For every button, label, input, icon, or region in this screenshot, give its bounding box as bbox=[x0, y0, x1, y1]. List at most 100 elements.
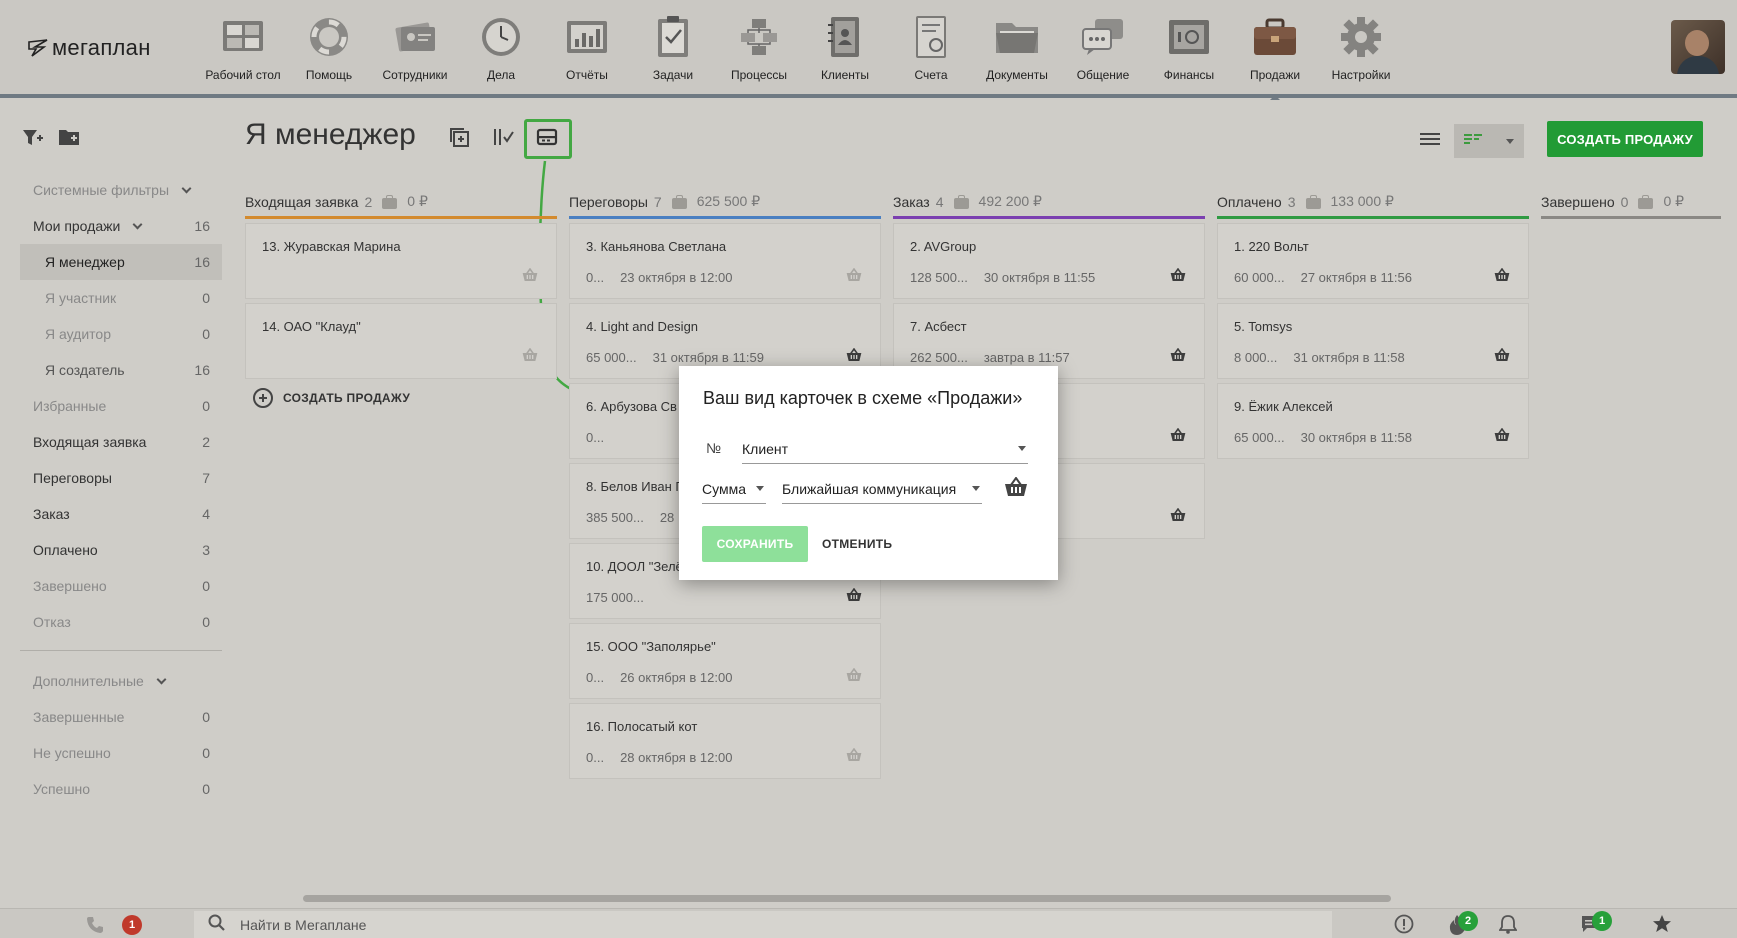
deal-card[interactable]: 2. AVGroup 128 500... 30 октября в 11:55 bbox=[893, 223, 1205, 299]
sidebar-item-auditor[interactable]: Я аудитор 0 bbox=[20, 316, 222, 352]
module-sales[interactable]: Продажи bbox=[1232, 12, 1318, 100]
system-filters-toggle[interactable]: Системные фильтры bbox=[20, 172, 222, 208]
sidebar-item-finished[interactable]: Завершенные 0 bbox=[20, 699, 222, 735]
basket-icon[interactable] bbox=[846, 667, 862, 685]
module-settings[interactable]: Настройки bbox=[1318, 12, 1404, 82]
dialog-row-fields: Сумма Ближайшая коммуникация bbox=[702, 474, 1028, 504]
horizontal-scrollbar[interactable] bbox=[303, 895, 1391, 902]
basket-icon[interactable] bbox=[846, 587, 862, 605]
my-sales-toggle[interactable]: Мои продажи 16 bbox=[20, 208, 222, 244]
extra-filters-toggle[interactable]: Дополнительные bbox=[20, 663, 222, 699]
sidebar-item-unsuccessful[interactable]: Не успешно 0 bbox=[20, 735, 222, 771]
field2-value: Сумма bbox=[702, 480, 746, 497]
basket-icon[interactable] bbox=[1004, 475, 1028, 502]
alert-icon[interactable] bbox=[1394, 914, 1414, 938]
sidebar-item-paid[interactable]: Оплачено 3 bbox=[20, 532, 222, 568]
column-name: Переговоры bbox=[569, 194, 648, 210]
bell-icon[interactable] bbox=[1498, 914, 1518, 938]
sidebar-item-count: 0 bbox=[202, 398, 210, 414]
basket-icon[interactable] bbox=[846, 267, 862, 285]
deal-title: 16. Полосатый кот bbox=[586, 719, 698, 734]
column-header[interactable]: Заказ 4 492 200 ₽ bbox=[893, 186, 1205, 216]
field2-select[interactable]: Сумма bbox=[702, 474, 766, 504]
module-clients[interactable]: Клиенты bbox=[802, 12, 888, 82]
basket-icon[interactable] bbox=[522, 267, 538, 285]
module-affairs[interactable]: Дела bbox=[458, 12, 544, 82]
filter-add-icon[interactable] bbox=[22, 128, 44, 148]
columns-settings-icon[interactable] bbox=[490, 124, 516, 150]
deal-title: 1. 220 Вольт bbox=[1234, 239, 1309, 254]
basket-icon[interactable] bbox=[1170, 267, 1186, 285]
phone-icon[interactable] bbox=[86, 916, 104, 938]
column-header[interactable]: Завершено 0 0 ₽ bbox=[1541, 186, 1721, 216]
module-reports[interactable]: Отчёты bbox=[544, 12, 630, 82]
briefcase-icon bbox=[1250, 12, 1300, 62]
module-communication[interactable]: Общение bbox=[1060, 12, 1146, 82]
sidebar-item-completed[interactable]: Завершено 0 bbox=[20, 568, 222, 604]
deal-card[interactable]: 3. Каньянова Светлана 0... 23 октября в 12… bbox=[569, 223, 881, 299]
basket-icon[interactable] bbox=[1170, 507, 1186, 525]
basket-icon[interactable] bbox=[1494, 427, 1510, 445]
module-invoices[interactable]: Счета bbox=[888, 12, 974, 82]
deal-card[interactable]: 15. ООО "Заполярье" 0... 26 октября в 12:0… bbox=[569, 623, 881, 699]
sidebar-item-label: Заказ bbox=[33, 506, 70, 522]
deal-card[interactable]: 13. Журавская Марина bbox=[245, 223, 557, 299]
field1-select[interactable]: Клиент bbox=[742, 434, 1028, 464]
deal-card[interactable]: 14. ОАО "Клауд" bbox=[245, 303, 557, 379]
column-sum: 492 200 ₽ bbox=[978, 193, 1042, 209]
cancel-button[interactable]: ОТМЕНИТЬ bbox=[822, 537, 892, 551]
basket-icon[interactable] bbox=[1170, 427, 1186, 445]
star-icon[interactable] bbox=[1652, 914, 1672, 938]
module-employees[interactable]: Сотрудники bbox=[372, 12, 458, 82]
column-color-bar bbox=[1541, 216, 1721, 219]
basket-icon[interactable] bbox=[846, 747, 862, 765]
module-finance[interactable]: Финансы bbox=[1146, 12, 1232, 82]
basket-icon[interactable] bbox=[1494, 347, 1510, 365]
sidebar-item-rejected[interactable]: Отказ 0 bbox=[20, 604, 222, 640]
chevron-down-icon bbox=[181, 183, 192, 193]
deal-card[interactable]: 9. Ёжик Алексей 65 000... 30 октября в 11:… bbox=[1217, 383, 1529, 459]
module-help[interactable]: Помощь bbox=[286, 12, 372, 82]
basket-icon[interactable] bbox=[1494, 267, 1510, 285]
column-header[interactable]: Оплачено 3 133 000 ₽ bbox=[1217, 186, 1529, 216]
column-color-bar bbox=[1217, 216, 1529, 219]
module-processes[interactable]: Процессы bbox=[716, 12, 802, 82]
sidebar-item-successful[interactable]: Успешно 0 bbox=[20, 771, 222, 807]
module-label: Счета bbox=[914, 68, 948, 82]
module-desktop[interactable]: Рабочий стол bbox=[200, 12, 286, 82]
sidebar-item-creator[interactable]: Я создатель 16 bbox=[20, 352, 222, 388]
logo[interactable]: мегаплан bbox=[28, 35, 151, 61]
deal-card[interactable]: 16. Полосатый кот 0... 28 октября в 12:00 bbox=[569, 703, 881, 779]
column-header[interactable]: Переговоры 7 625 500 ₽ bbox=[569, 186, 881, 216]
basket-icon[interactable] bbox=[522, 347, 538, 365]
sidebar-item-manager[interactable]: Я менеджер 16 bbox=[20, 244, 222, 280]
list-view-icon[interactable] bbox=[1420, 132, 1440, 151]
address-book-icon bbox=[820, 12, 870, 62]
global-search[interactable]: Найти в Мегаплане bbox=[194, 911, 1332, 938]
sidebar-item-incoming[interactable]: Входящая заявка 2 bbox=[20, 424, 222, 460]
module-tasks[interactable]: Задачи bbox=[630, 12, 716, 82]
folder-add-icon[interactable] bbox=[58, 128, 80, 146]
basket-icon[interactable] bbox=[846, 347, 862, 365]
module-label: Клиенты bbox=[820, 68, 870, 82]
create-sale-button[interactable]: СОЗДАТЬ ПРОДАЖУ bbox=[1547, 121, 1703, 157]
avatar[interactable] bbox=[1671, 20, 1725, 74]
sidebar-item-participant[interactable]: Я участник 0 bbox=[20, 280, 222, 316]
add-sale-link[interactable]: СОЗДАТЬ ПРОДАЖУ bbox=[253, 388, 410, 408]
module-documents[interactable]: Документы bbox=[974, 12, 1060, 82]
copy-icon[interactable] bbox=[446, 124, 472, 150]
sidebar-item-order[interactable]: Заказ 4 bbox=[20, 496, 222, 532]
sidebar-item-negotiations[interactable]: Переговоры 7 bbox=[20, 460, 222, 496]
module-label: Дела bbox=[486, 68, 516, 82]
top-bar: мегаплан Рабочий стол Помощь Сотрудники … bbox=[0, 0, 1737, 100]
my-sales-count: 16 bbox=[194, 218, 210, 234]
field3-select[interactable]: Ближайшая коммуникация bbox=[782, 474, 982, 504]
view-selector[interactable] bbox=[1454, 124, 1524, 158]
sidebar-item-favorites[interactable]: Избранные 0 bbox=[20, 388, 222, 424]
deal-card[interactable]: 1. 220 Вольт 60 000... 27 октября в 11:56 bbox=[1217, 223, 1529, 299]
deal-card[interactable]: 5. Tomsys 8 000... 31 октября в 11:58 bbox=[1217, 303, 1529, 379]
save-button[interactable]: СОХРАНИТЬ bbox=[702, 526, 808, 562]
column-header[interactable]: Входящая заявка 2 0 ₽ bbox=[245, 186, 557, 216]
basket-icon[interactable] bbox=[1170, 347, 1186, 365]
deal-title: 9. Ёжик Алексей bbox=[1234, 399, 1333, 414]
